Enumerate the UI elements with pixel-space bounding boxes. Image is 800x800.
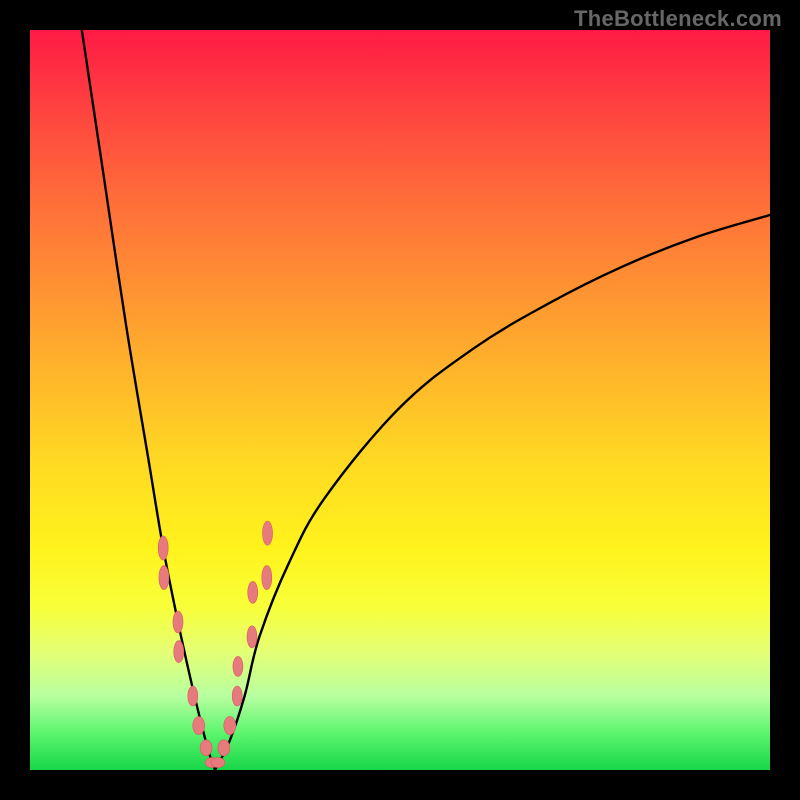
- plot-area: [30, 30, 770, 770]
- curve-right-branch: [215, 215, 770, 770]
- marker-point: [218, 740, 230, 756]
- marker-point: [193, 717, 205, 735]
- marker-point: [247, 626, 257, 648]
- marker-point: [200, 740, 212, 756]
- watermark-text: TheBottleneck.com: [574, 6, 782, 32]
- marker-point: [232, 686, 242, 706]
- marker-cluster: [158, 521, 272, 767]
- marker-point: [158, 536, 168, 560]
- marker-point: [224, 717, 236, 735]
- marker-point: [262, 566, 272, 590]
- curve-layer: [30, 30, 770, 770]
- marker-point: [188, 686, 198, 706]
- marker-point: [263, 521, 273, 545]
- marker-point: [211, 758, 225, 768]
- marker-point: [174, 641, 184, 663]
- bottleneck-curve: [82, 30, 770, 770]
- marker-point: [173, 611, 183, 633]
- marker-point: [159, 566, 169, 590]
- marker-point: [248, 581, 258, 603]
- chart-frame: TheBottleneck.com: [0, 0, 800, 800]
- curve-left-branch: [82, 30, 215, 770]
- marker-point: [233, 656, 243, 676]
